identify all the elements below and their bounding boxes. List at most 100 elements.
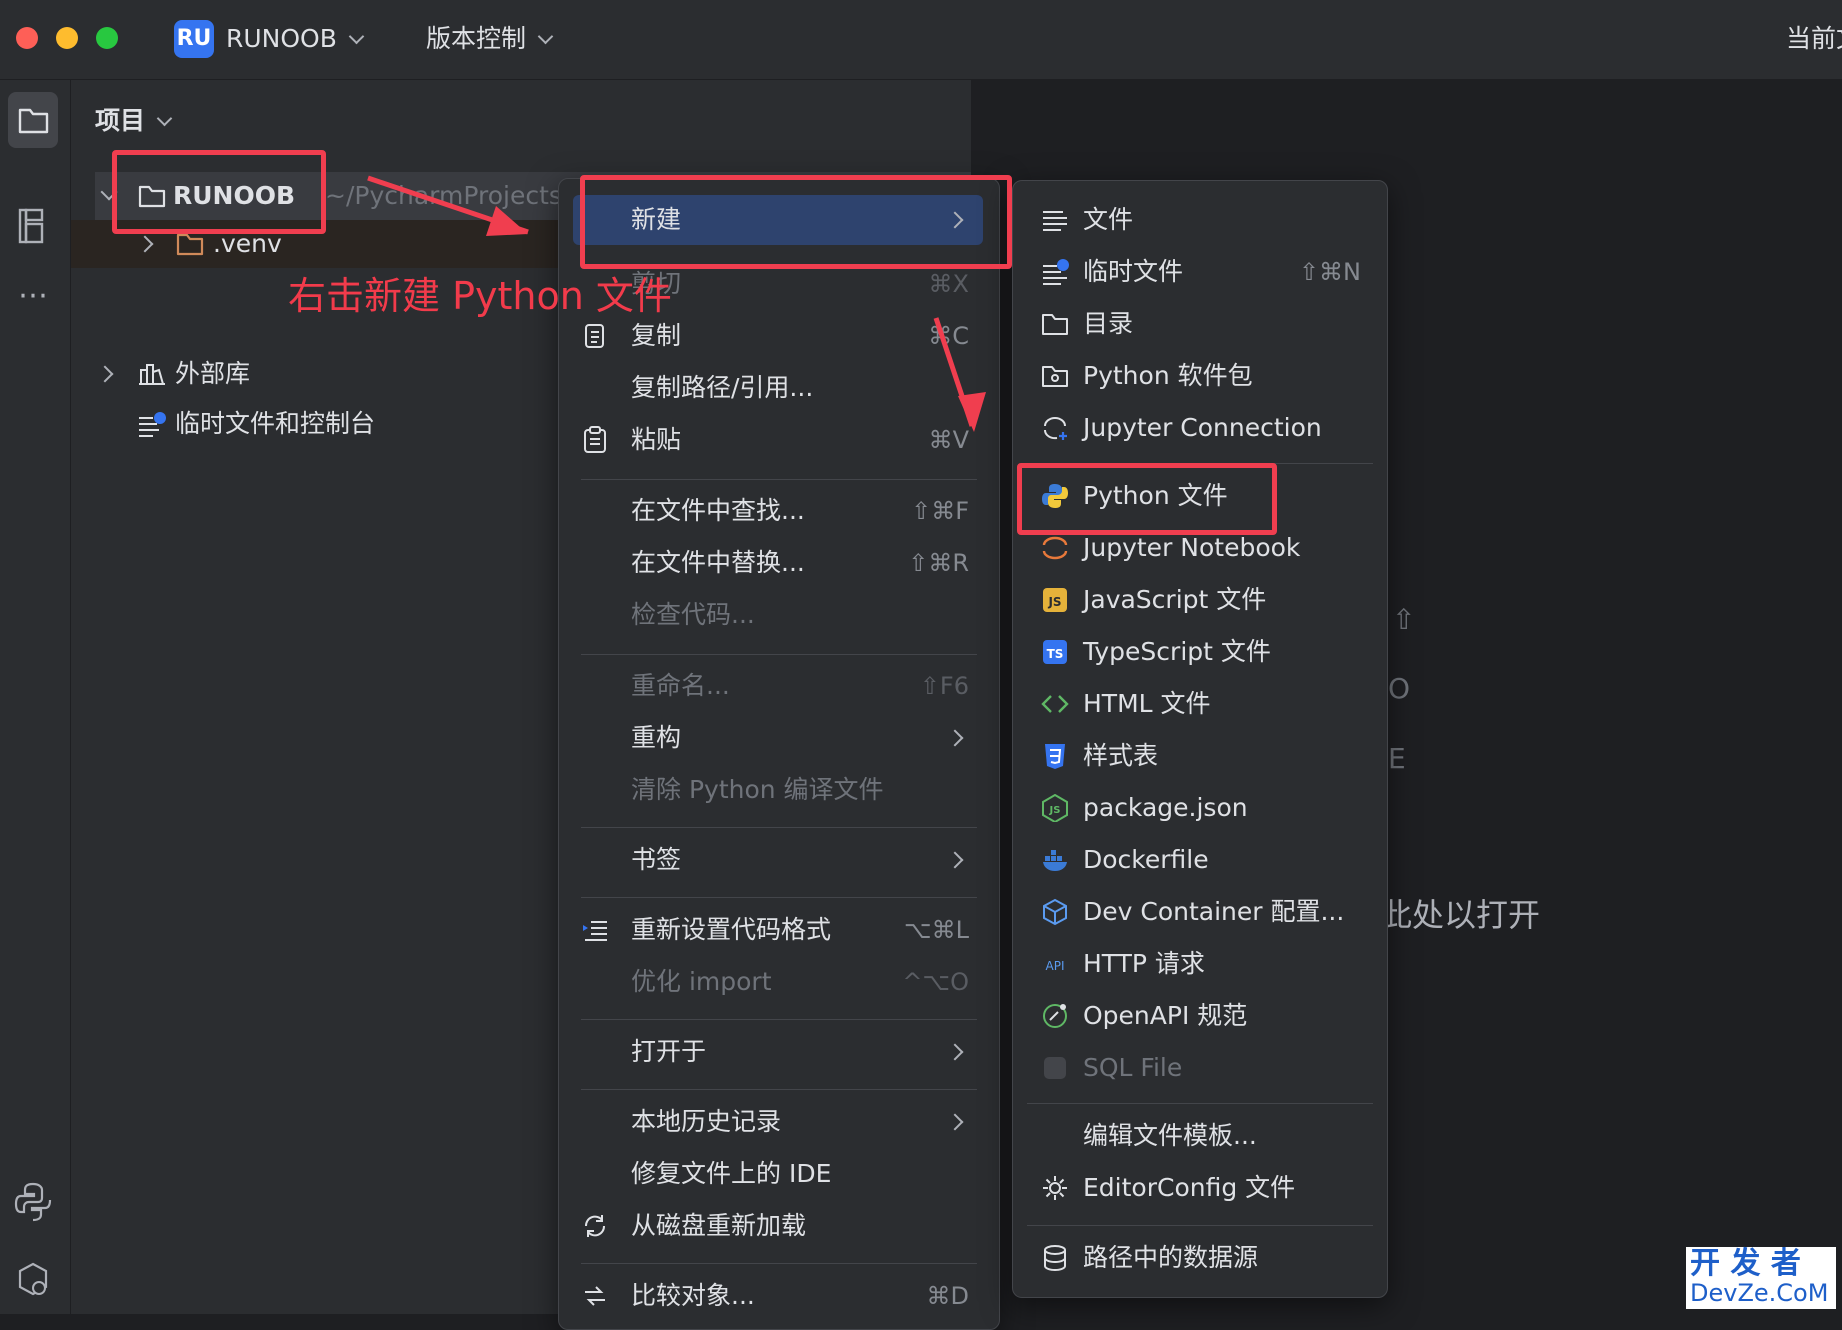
menu-item-refactor[interactable]: 重构 [573, 713, 983, 763]
menu-item-paste[interactable]: 粘贴 ⌘V [573, 415, 983, 465]
menu-label: 粘贴 [631, 425, 682, 454]
menu-item-inspect-code[interactable]: 检查代码... [573, 590, 983, 640]
submenu-item-openapi[interactable]: OpenAPI 规范 [1013, 991, 1387, 1041]
jupyter-connection-icon [1043, 417, 1067, 440]
menu-item-copy-path[interactable]: 复制路径/引用... [573, 363, 983, 413]
menu-label: 在文件中替换... [631, 548, 805, 577]
python-packages-button[interactable] [8, 1252, 58, 1308]
menu-item-copy[interactable]: 复制 ⌘C [573, 311, 983, 361]
menu-item-repair-ide[interactable]: 修复文件上的 IDE [573, 1149, 983, 1199]
submenu-item-file[interactable]: 文件 [1013, 195, 1387, 245]
menu-item-rename[interactable]: 重命名... ⇧F6 [573, 661, 983, 711]
menu-label: 复制路径/引用... [631, 373, 814, 402]
chevron-right-icon [946, 729, 964, 747]
svg-text:API: API [1046, 959, 1065, 973]
menu-item-open-in[interactable]: 打开于 [573, 1027, 983, 1077]
submenu-label: OpenAPI 规范 [1083, 1001, 1248, 1030]
chevron-down-icon [156, 110, 173, 127]
submenu-label: 路径中的数据源 [1083, 1243, 1259, 1272]
menu-label: 从磁盘重新加载 [631, 1211, 807, 1240]
submenu-item-editorconfig[interactable]: EditorConfig 文件 [1013, 1163, 1387, 1213]
scratch-file-icon [1043, 259, 1069, 285]
external-libs-label: 外部库 [175, 359, 251, 388]
more-tools-icon[interactable]: ⋯ [8, 276, 58, 332]
paste-icon [584, 426, 606, 453]
menu-label: 书签 [631, 845, 682, 874]
compare-icon [585, 1286, 605, 1306]
svg-text:JS: JS [1047, 595, 1061, 609]
menu-item-reload-from-disk[interactable]: 从磁盘重新加载 [573, 1201, 983, 1251]
menu-item-local-history[interactable]: 本地历史记录 [573, 1097, 983, 1147]
menu-shortcut: ⌥⌘L [903, 916, 969, 944]
menu-separator [1027, 1225, 1373, 1226]
menu-item-replace-in-files[interactable]: 在文件中替换... ⇧⌘R [573, 538, 983, 588]
menu-separator [581, 1089, 977, 1090]
minimize-window-button[interactable] [56, 27, 78, 49]
submenu-item-sql-file[interactable]: SQL File [1013, 1043, 1387, 1093]
submenu-item-html-file[interactable]: HTML 文件 [1013, 679, 1387, 729]
panel-title-dropdown[interactable]: 项目 [95, 104, 173, 138]
project-tool-button[interactable] [8, 92, 58, 148]
zoom-window-button[interactable] [96, 27, 118, 49]
menu-shortcut: ⌘D [926, 1282, 969, 1310]
submenu-item-directory[interactable]: 目录 [1013, 299, 1387, 349]
typescript-icon: TS [1043, 640, 1067, 664]
submenu-item-typescript-file[interactable]: TS TypeScript 文件 [1013, 627, 1387, 677]
menu-item-clean-python[interactable]: 清除 Python 编译文件 [573, 765, 983, 815]
text-file-icon [1043, 211, 1067, 231]
shortcut-hint-glyph: ⇧ [1392, 603, 1416, 636]
watermark-logo: 开 发 者 DevZe.CoM [1686, 1247, 1836, 1309]
packages-icon [18, 1262, 48, 1296]
menu-label: 在文件中查找... [631, 496, 805, 525]
menu-label: 本地历史记录 [631, 1107, 782, 1136]
structure-tool-button[interactable] [8, 198, 58, 254]
submenu-item-python-package[interactable]: Python 软件包 [1013, 351, 1387, 401]
current-file-label[interactable]: 当前文 [1786, 20, 1842, 58]
submenu-item-dev-container[interactable]: Dev Container 配置... [1013, 887, 1387, 937]
watermark-line2: DevZe.CoM [1690, 1279, 1829, 1307]
project-name: RUNOOB [226, 24, 337, 53]
menu-separator [581, 897, 977, 898]
chevron-right-icon[interactable] [136, 235, 154, 253]
reformat-icon [583, 921, 607, 941]
submenu-item-http-request[interactable]: API HTTP 请求 [1013, 939, 1387, 989]
submenu-item-stylesheet[interactable]: 样式表 [1013, 731, 1387, 781]
menu-label: 重命名... [631, 671, 730, 700]
menu-item-bookmarks[interactable]: 书签 [573, 835, 983, 885]
submenu-item-javascript-file[interactable]: JS JavaScript 文件 [1013, 575, 1387, 625]
python-console-button[interactable] [8, 1172, 58, 1228]
menu-label: 优化 import [631, 967, 772, 996]
title-bar: RU RUNOOB 版本控制 当前文 [0, 0, 1842, 80]
close-window-button[interactable] [16, 27, 38, 49]
chevron-down-icon [537, 28, 554, 45]
menu-item-find-in-files[interactable]: 在文件中查找... ⇧⌘F [573, 486, 983, 536]
submenu-item-dockerfile[interactable]: Dockerfile [1013, 835, 1387, 885]
submenu-item-edit-templates[interactable]: 编辑文件模板... [1013, 1111, 1387, 1161]
submenu-label: Dev Container 配置... [1083, 897, 1345, 926]
gear-icon [1043, 1176, 1067, 1200]
vcs-menu[interactable]: 版本控制 [426, 20, 554, 58]
css-icon [1045, 744, 1065, 769]
submenu-label: HTML 文件 [1083, 689, 1211, 718]
submenu-item-data-source[interactable]: 路径中的数据源 [1013, 1233, 1387, 1283]
python-console-icon [14, 1182, 52, 1222]
submenu-item-scratch-file[interactable]: 临时文件 ⇧⌘N [1013, 247, 1387, 297]
submenu-label: Python 软件包 [1083, 361, 1253, 390]
javascript-icon: JS [1043, 588, 1067, 612]
sql-icon [1044, 1057, 1066, 1079]
scratches-label: 临时文件和控制台 [175, 409, 376, 438]
submenu-item-package-json[interactable]: JS package.json [1013, 783, 1387, 833]
menu-item-reformat-code[interactable]: 重新设置代码格式 ⌥⌘L [573, 905, 983, 955]
chevron-right-icon[interactable] [96, 365, 114, 383]
project-switcher[interactable]: RUNOOB [226, 20, 365, 58]
context-menu: 新建 剪切 ⌘X 复制 ⌘C 复制路径/引用... 粘贴 ⌘V 在文件中查找..… [558, 178, 1000, 1330]
menu-shortcut: ⌘V [928, 426, 969, 454]
menu-separator [1027, 1103, 1373, 1104]
submenu-item-jupyter-connection[interactable]: Jupyter Connection [1013, 403, 1387, 453]
menu-label: 比较对象... [631, 1281, 755, 1310]
submenu-label: Dockerfile [1083, 845, 1209, 874]
submenu-label: package.json [1083, 793, 1248, 822]
shortcut-hint-glyph: E [1388, 742, 1406, 775]
menu-item-optimize-imports[interactable]: 优化 import ^⌥O [573, 957, 983, 1007]
project-badge: RU [174, 20, 214, 58]
